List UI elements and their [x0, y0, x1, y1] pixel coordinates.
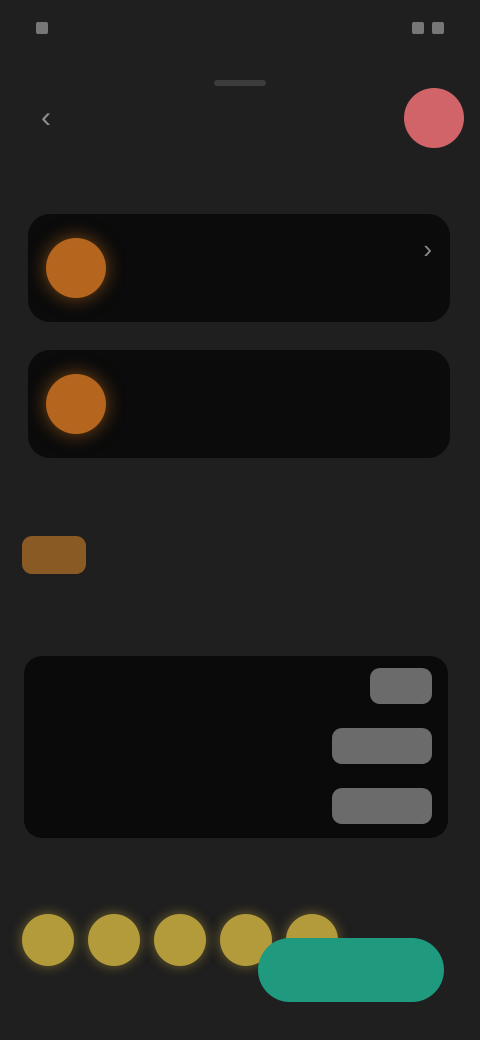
signal-icon: [36, 22, 48, 34]
setting-row[interactable]: [24, 776, 448, 836]
star-icon[interactable]: [154, 914, 206, 966]
primary-action-button[interactable]: [258, 938, 444, 1002]
chevron-left-icon: ‹: [41, 101, 51, 134]
feature-icon: [46, 374, 106, 434]
card-body: [128, 262, 432, 274]
card-body: [128, 398, 432, 410]
status-right: [404, 22, 444, 34]
feature-card-2[interactable]: [28, 350, 450, 458]
feature-card-1[interactable]: ›: [28, 214, 450, 322]
back-button[interactable]: ‹: [24, 96, 68, 140]
setting-value[interactable]: [370, 668, 432, 704]
setting-value[interactable]: [332, 788, 432, 824]
star-icon[interactable]: [88, 914, 140, 966]
sheet-handle[interactable]: [214, 80, 266, 86]
avatar[interactable]: [404, 88, 464, 148]
setting-value[interactable]: [332, 728, 432, 764]
setting-row[interactable]: [24, 656, 448, 716]
feature-icon: [46, 238, 106, 298]
settings-panel: [24, 656, 448, 838]
star-icon[interactable]: [22, 914, 74, 966]
setting-row[interactable]: [24, 716, 448, 776]
battery-icon: [432, 22, 444, 34]
status-bar: [0, 0, 480, 56]
status-left: [36, 22, 60, 34]
wifi-icon: [412, 22, 424, 34]
chevron-right-icon[interactable]: ›: [423, 234, 432, 265]
selected-chip[interactable]: [22, 536, 86, 574]
